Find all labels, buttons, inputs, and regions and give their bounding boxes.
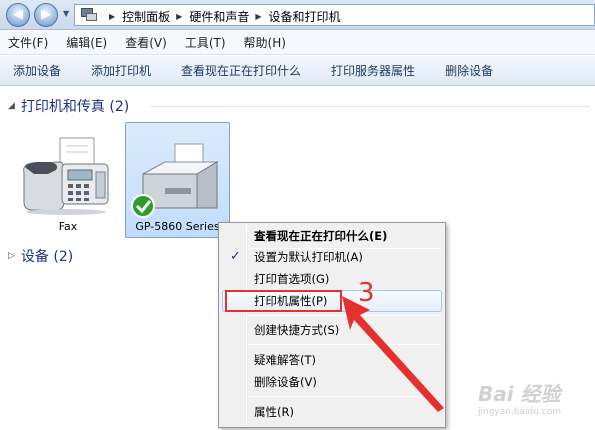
see-whats-printing-button[interactable]: 查看现在正在打印什么 xyxy=(181,62,301,79)
fax-device[interactable]: Fax xyxy=(18,132,118,237)
remove-device-button[interactable]: 删除设备 xyxy=(445,62,493,79)
menu-item-printing-preferences[interactable]: 打印首选项(G) xyxy=(222,268,442,290)
menu-edit[interactable]: 编辑(E) xyxy=(63,32,110,53)
collapse-icon[interactable]: ◢ xyxy=(8,101,15,111)
menu-item-set-default[interactable]: ✓ 设置为默认打印机(A) xyxy=(222,246,442,268)
highlight-box xyxy=(225,290,342,312)
breadcrumb[interactable]: ▶ 控制面板 ▶ 硬件和声音 ▶ 设备和打印机 xyxy=(74,4,595,26)
add-printer-button[interactable]: 添加打印机 xyxy=(91,62,151,79)
gp5860-printer-device[interactable]: GP-5860 Series xyxy=(125,122,230,238)
breadcrumb-hardware-sound[interactable]: 硬件和声音 xyxy=(189,8,249,25)
menu-tools[interactable]: 工具(T) xyxy=(182,32,229,53)
breadcrumb-control-panel[interactable]: 控制面板 xyxy=(122,8,170,25)
add-device-button[interactable]: 添加设备 xyxy=(13,62,61,79)
back-button[interactable]: ◀ xyxy=(6,3,30,27)
baidu-watermark: Bai 经验 jingyan.baidu.com xyxy=(478,378,590,424)
red-arrow-icon xyxy=(342,296,444,412)
menu-help[interactable]: 帮助(H) xyxy=(241,32,289,53)
watermark-url: jingyan.baidu.com xyxy=(478,407,562,417)
fax-icon xyxy=(23,137,109,215)
checkmark-icon: ✓ xyxy=(230,249,241,264)
menu-view[interactable]: 查看(V) xyxy=(122,32,170,53)
devices-group-title: 设备 (2) xyxy=(20,249,74,265)
breadcrumb-devices-printers[interactable]: 设备和打印机 xyxy=(269,8,341,25)
printer-label: GP-5860 Series xyxy=(135,220,220,233)
command-bar: 添加设备 添加打印机 查看现在正在打印什么 打印服务器属性 删除设备 xyxy=(0,56,595,86)
menu-bar: 文件(F) 编辑(E) 查看(V) 工具(T) 帮助(H) xyxy=(0,31,595,55)
printers-group-header[interactable]: ◢ 打印机和传真 (2) xyxy=(8,96,129,116)
breadcrumb-separator-icon[interactable]: ▶ xyxy=(109,12,115,21)
expand-icon[interactable]: ▷ xyxy=(8,251,15,261)
breadcrumb-separator-icon[interactable]: ▶ xyxy=(176,12,182,21)
menu-file[interactable]: 文件(F) xyxy=(5,32,51,53)
print-server-properties-button[interactable]: 打印服务器属性 xyxy=(331,62,415,79)
forward-button[interactable]: ▶ xyxy=(34,3,58,27)
devices-group-header[interactable]: ▷ 设备 (2) xyxy=(8,246,73,266)
group-divider xyxy=(150,106,590,107)
address-bar: ◀ ▶ ▼ ▶ 控制面板 ▶ 硬件和声音 ▶ 设备和打印机 xyxy=(0,0,595,30)
recent-pages-dropdown-icon[interactable]: ▼ xyxy=(63,9,69,18)
printers-group-title: 打印机和传真 (2) xyxy=(20,99,130,115)
watermark-logo: Bai 经验 xyxy=(478,382,561,406)
fax-label: Fax xyxy=(58,220,78,233)
printer-icon xyxy=(131,143,219,218)
menu-item-see-whats-printing[interactable]: 查看现在正在打印什么(E) xyxy=(222,225,442,247)
devices-printers-icon xyxy=(81,8,97,22)
breadcrumb-separator-icon[interactable]: ▶ xyxy=(255,12,261,21)
